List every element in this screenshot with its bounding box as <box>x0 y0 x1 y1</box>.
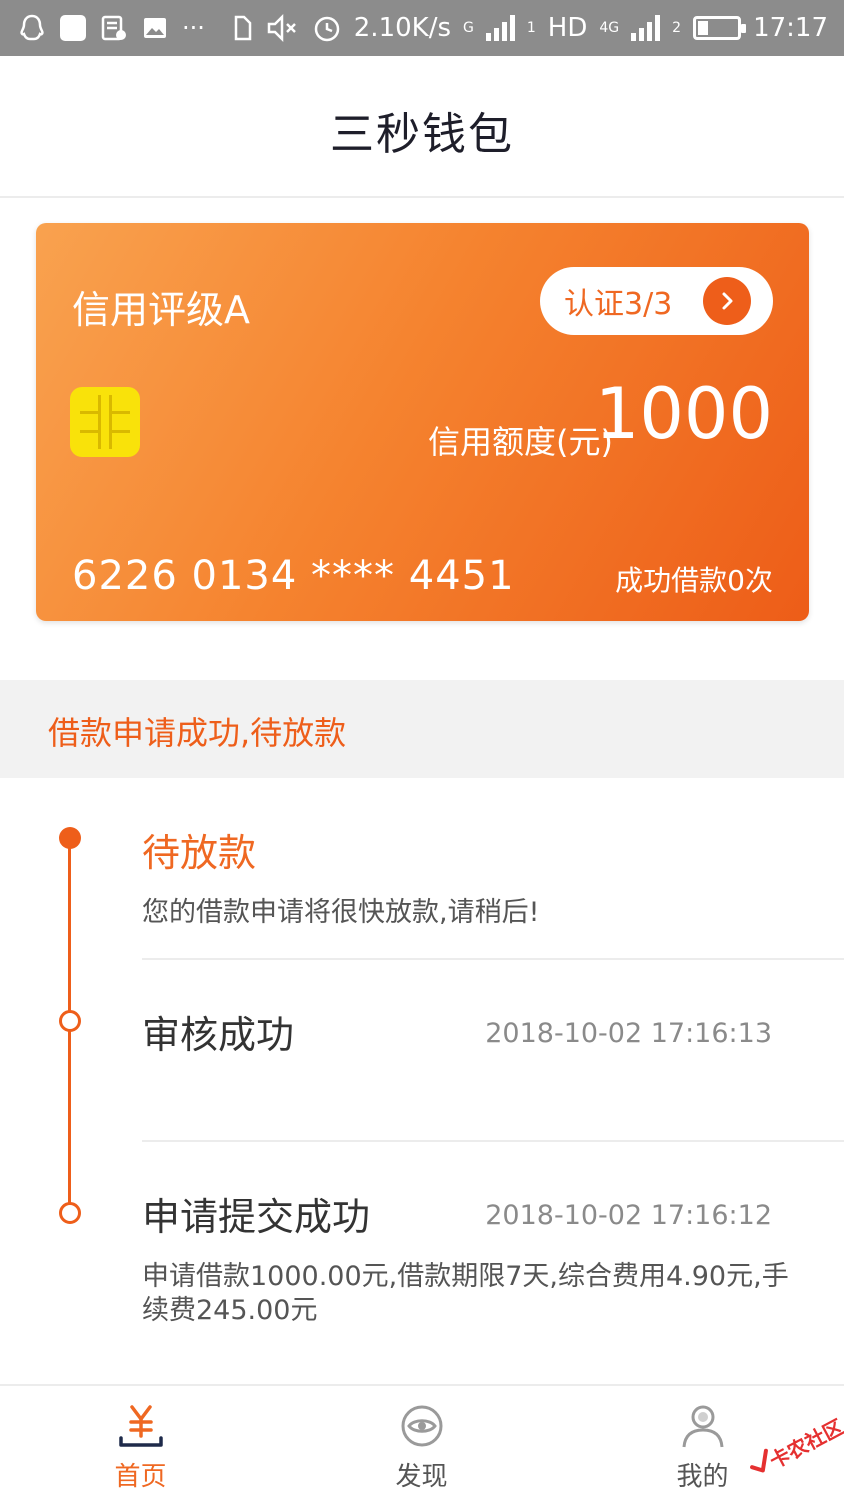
progress-timeline: 待放款 您的借款申请将很快放款,请稍后! 审核成功 2018-10-02 17:… <box>0 778 844 1384</box>
loan-status-banner: 借款申请成功,待放款 <box>0 680 844 778</box>
nfc-icon <box>234 15 252 41</box>
message-icon <box>101 15 126 41</box>
timeline-title: 审核成功 <box>142 1013 295 1057</box>
timeline-title: 申请提交成功 <box>142 1195 371 1239</box>
chevron-right-icon <box>703 277 751 325</box>
signal-icon <box>485 15 515 41</box>
notification-icons: ··· <box>18 12 205 44</box>
credit-card: 信用评级A 认证3/3 信用额度(元) 1000 6226 0134 **** … <box>36 223 809 621</box>
timeline-dot-active <box>59 827 81 849</box>
verify-button[interactable]: 认证3/3 <box>540 267 773 335</box>
sim2-type: 4G <box>599 20 620 36</box>
timeline-dot <box>59 1202 81 1224</box>
hd-label: HD <box>547 13 588 43</box>
timeline-title: 待放款 <box>142 831 257 875</box>
timeline-desc: 您的借款申请将很快放款,请稍后! <box>142 897 540 928</box>
credit-limit-value: 1000 <box>594 373 773 455</box>
divider <box>142 958 844 960</box>
nav-item-discover[interactable]: 发现 <box>281 1386 562 1500</box>
loan-count: 成功借款0次 <box>615 564 773 597</box>
divider <box>142 1140 844 1142</box>
timeline-time: 2018-10-02 17:16:12 <box>485 1200 772 1231</box>
more-notifications-icon: ··· <box>182 14 205 42</box>
app-header: 三秒钱包 <box>0 56 844 198</box>
system-icons: 2.10K/s G 1 HD 4G 2 17:17 <box>230 10 828 46</box>
status-bar: ··· 2.10K/s G 1 HD 4G 2 17:17 <box>0 0 844 56</box>
sim1-type: G <box>463 20 474 36</box>
credit-limit-label: 信用额度(元) <box>428 423 613 461</box>
card-chip-icon <box>70 387 140 457</box>
sim1-slot: 1 <box>526 20 536 36</box>
verify-label: 认证3/3 <box>564 287 673 322</box>
battery-icon <box>693 16 747 40</box>
clock: 17:17 <box>753 13 828 43</box>
loan-status-text: 借款申请成功,待放款 <box>48 714 347 752</box>
timeline-time: 2018-10-02 17:16:13 <box>485 1018 772 1049</box>
sim2-slot: 2 <box>672 20 682 36</box>
credit-level: 信用评级A <box>72 288 250 332</box>
page-title: 三秒钱包 <box>330 109 514 160</box>
yuan-icon <box>118 1405 163 1447</box>
timeline-desc: 申请借款1000.00元,借款期限7天,综合费用4.90元,手续费245.00元 <box>142 1261 789 1326</box>
mute-icon <box>267 13 296 43</box>
alarm-icon <box>314 16 340 42</box>
card-number: 6226 0134 **** 4451 <box>72 553 515 599</box>
timeline-dot <box>59 1010 81 1032</box>
image-icon <box>144 18 166 38</box>
network-speed: 2.10K/s <box>353 13 452 43</box>
qq-icon <box>20 14 44 41</box>
app-notification-icon <box>60 15 86 41</box>
nav-item-home[interactable]: 首页 <box>0 1386 281 1500</box>
nav-label: 首页 <box>114 1462 167 1492</box>
user-icon <box>682 1405 723 1448</box>
nav-label: 发现 <box>395 1462 448 1492</box>
signal-icon <box>631 15 661 41</box>
bottom-nav: 首页 发现 我的 <box>0 1384 844 1500</box>
eye-icon <box>401 1405 442 1447</box>
